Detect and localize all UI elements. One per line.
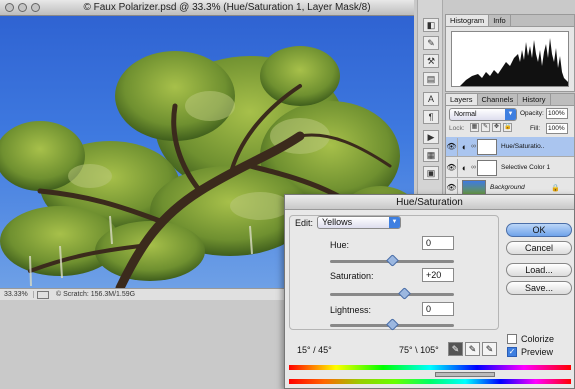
hue-label: Hue:	[330, 240, 350, 250]
hue-input[interactable]: 0	[422, 236, 454, 250]
range-left-readout: 15° / 45°	[297, 345, 332, 355]
layer-mask-thumbnail[interactable]	[477, 159, 497, 176]
zoom-window-button[interactable]	[31, 3, 40, 12]
edit-channel-value: Yellows	[322, 217, 353, 227]
lock-icon: 🔒	[551, 184, 560, 192]
edit-channel-select[interactable]: Yellows ▼	[317, 216, 401, 229]
minimize-window-button[interactable]	[18, 3, 27, 12]
eye-icon[interactable]: 👁	[446, 137, 458, 156]
chevron-down-icon: ▼	[505, 109, 516, 120]
colorize-label: Colorize	[521, 334, 555, 344]
histogram-panel: Histogram Info	[445, 14, 575, 92]
cancel-button[interactable]: Cancel	[506, 241, 572, 255]
edit-label: Edit:	[295, 218, 314, 228]
eyedropper-icon[interactable]: ✎	[448, 342, 463, 356]
opacity-label: Opacity:	[520, 110, 544, 117]
layers-panel: Layers Channels History Normal ▼ Opacity…	[445, 93, 575, 198]
document-title-bar[interactable]: © Faux Polarizer.psd @ 33.3% (Hue/Satura…	[0, 0, 414, 16]
navigator-icon[interactable]: ◧	[423, 18, 439, 32]
layer-row[interactable]: 👁 ◐ ∞ Selective Color 1	[446, 158, 574, 178]
saturation-input[interactable]: +20	[422, 268, 454, 282]
tab-layers[interactable]: Layers	[446, 94, 478, 105]
preview-checkbox[interactable]: ✓	[507, 347, 517, 357]
character-icon[interactable]: A	[423, 92, 439, 106]
hue-saturation-dialog: Hue/Saturation Edit: Yellows ▼ Hue: 0 Sa…	[284, 194, 575, 389]
scratch-info[interactable]: © Scratch: 156.3M/1.59G	[52, 291, 135, 298]
fill-label: Fill:	[530, 125, 541, 132]
fill-input[interactable]: 100%	[546, 123, 568, 134]
range-slider-bar[interactable]	[435, 372, 495, 377]
document-icon	[37, 290, 49, 299]
tab-history[interactable]: History	[518, 94, 551, 105]
swatches-icon[interactable]: ▣	[423, 166, 439, 180]
save-button[interactable]: Save...	[506, 281, 572, 295]
lock-buttons: ▦ ✎ ✥ 🔒	[470, 123, 512, 132]
blend-mode-value: Normal	[454, 111, 477, 118]
eyedropper-plus-icon[interactable]: ✎	[465, 342, 480, 356]
saturation-slider-track[interactable]	[330, 293, 454, 296]
layer-mask-thumbnail[interactable]	[477, 138, 497, 155]
lightness-input[interactable]: 0	[422, 302, 454, 316]
blend-mode-select[interactable]: Normal ▼	[449, 108, 517, 121]
layer-name[interactable]: Hue/Saturatio..	[501, 143, 544, 150]
lock-position-icon[interactable]: ✥	[492, 123, 501, 132]
lock-transparency-icon[interactable]: ▦	[470, 123, 479, 132]
colorize-checkbox[interactable]	[507, 334, 517, 344]
lock-image-icon[interactable]: ✎	[481, 123, 490, 132]
document-title: © Faux Polarizer.psd @ 33.3% (Hue/Satura…	[83, 2, 371, 13]
lightness-label: Lightness:	[330, 305, 372, 315]
tab-info[interactable]: Info	[489, 15, 511, 26]
eye-icon[interactable]: 👁	[446, 158, 458, 177]
close-window-button[interactable]	[5, 3, 14, 12]
adjustment-layer-icon: ◐	[461, 141, 468, 152]
opacity-input[interactable]: 100%	[546, 108, 568, 119]
preview-label: Preview	[521, 347, 554, 357]
lock-label: Lock:	[449, 125, 465, 132]
actions-icon[interactable]: ▶	[423, 130, 439, 144]
histogram-shape	[452, 38, 568, 86]
chevron-down-icon: ▼	[389, 217, 400, 228]
panel-dock-strip: ◧ ✎ ⚒ ▤ A ¶ ▶ ▦ ▣	[417, 0, 443, 196]
spectrum-bar-top	[289, 365, 571, 370]
histogram-tab-bar: Histogram Info	[446, 15, 574, 27]
saturation-label: Saturation:	[330, 271, 374, 281]
tab-histogram[interactable]: Histogram	[446, 15, 490, 26]
tab-channels[interactable]: Channels	[477, 94, 519, 105]
layers-tab-bar: Layers Channels History	[446, 94, 574, 106]
window-controls	[5, 3, 40, 12]
layer-row[interactable]: 👁 ◐ ∞ Hue/Saturatio..	[446, 137, 574, 157]
eyedropper-minus-icon[interactable]: ✎	[482, 342, 497, 356]
adjustment-group	[289, 215, 499, 330]
layer-comps-icon[interactable]: ▤	[423, 72, 439, 86]
brushes-icon[interactable]: ✎	[423, 36, 439, 50]
histogram-graph	[451, 31, 569, 87]
spectrum-bar-bottom	[289, 379, 571, 384]
styles-icon[interactable]: ▦	[423, 148, 439, 162]
paragraph-icon[interactable]: ¶	[423, 110, 439, 124]
dialog-title[interactable]: Hue/Saturation	[285, 195, 574, 210]
zoom-readout[interactable]: 33.33%	[0, 291, 34, 298]
layer-name[interactable]: Background	[490, 184, 551, 191]
layer-name[interactable]: Selective Color 1	[501, 164, 550, 171]
tool-presets-icon[interactable]: ⚒	[423, 54, 439, 68]
load-button[interactable]: Load...	[506, 263, 572, 277]
lock-all-icon[interactable]: 🔒	[503, 123, 512, 132]
adjustment-layer-icon: ◐	[461, 162, 468, 173]
range-right-readout: 75° \ 105°	[399, 345, 439, 355]
ok-button[interactable]: OK	[506, 223, 572, 237]
